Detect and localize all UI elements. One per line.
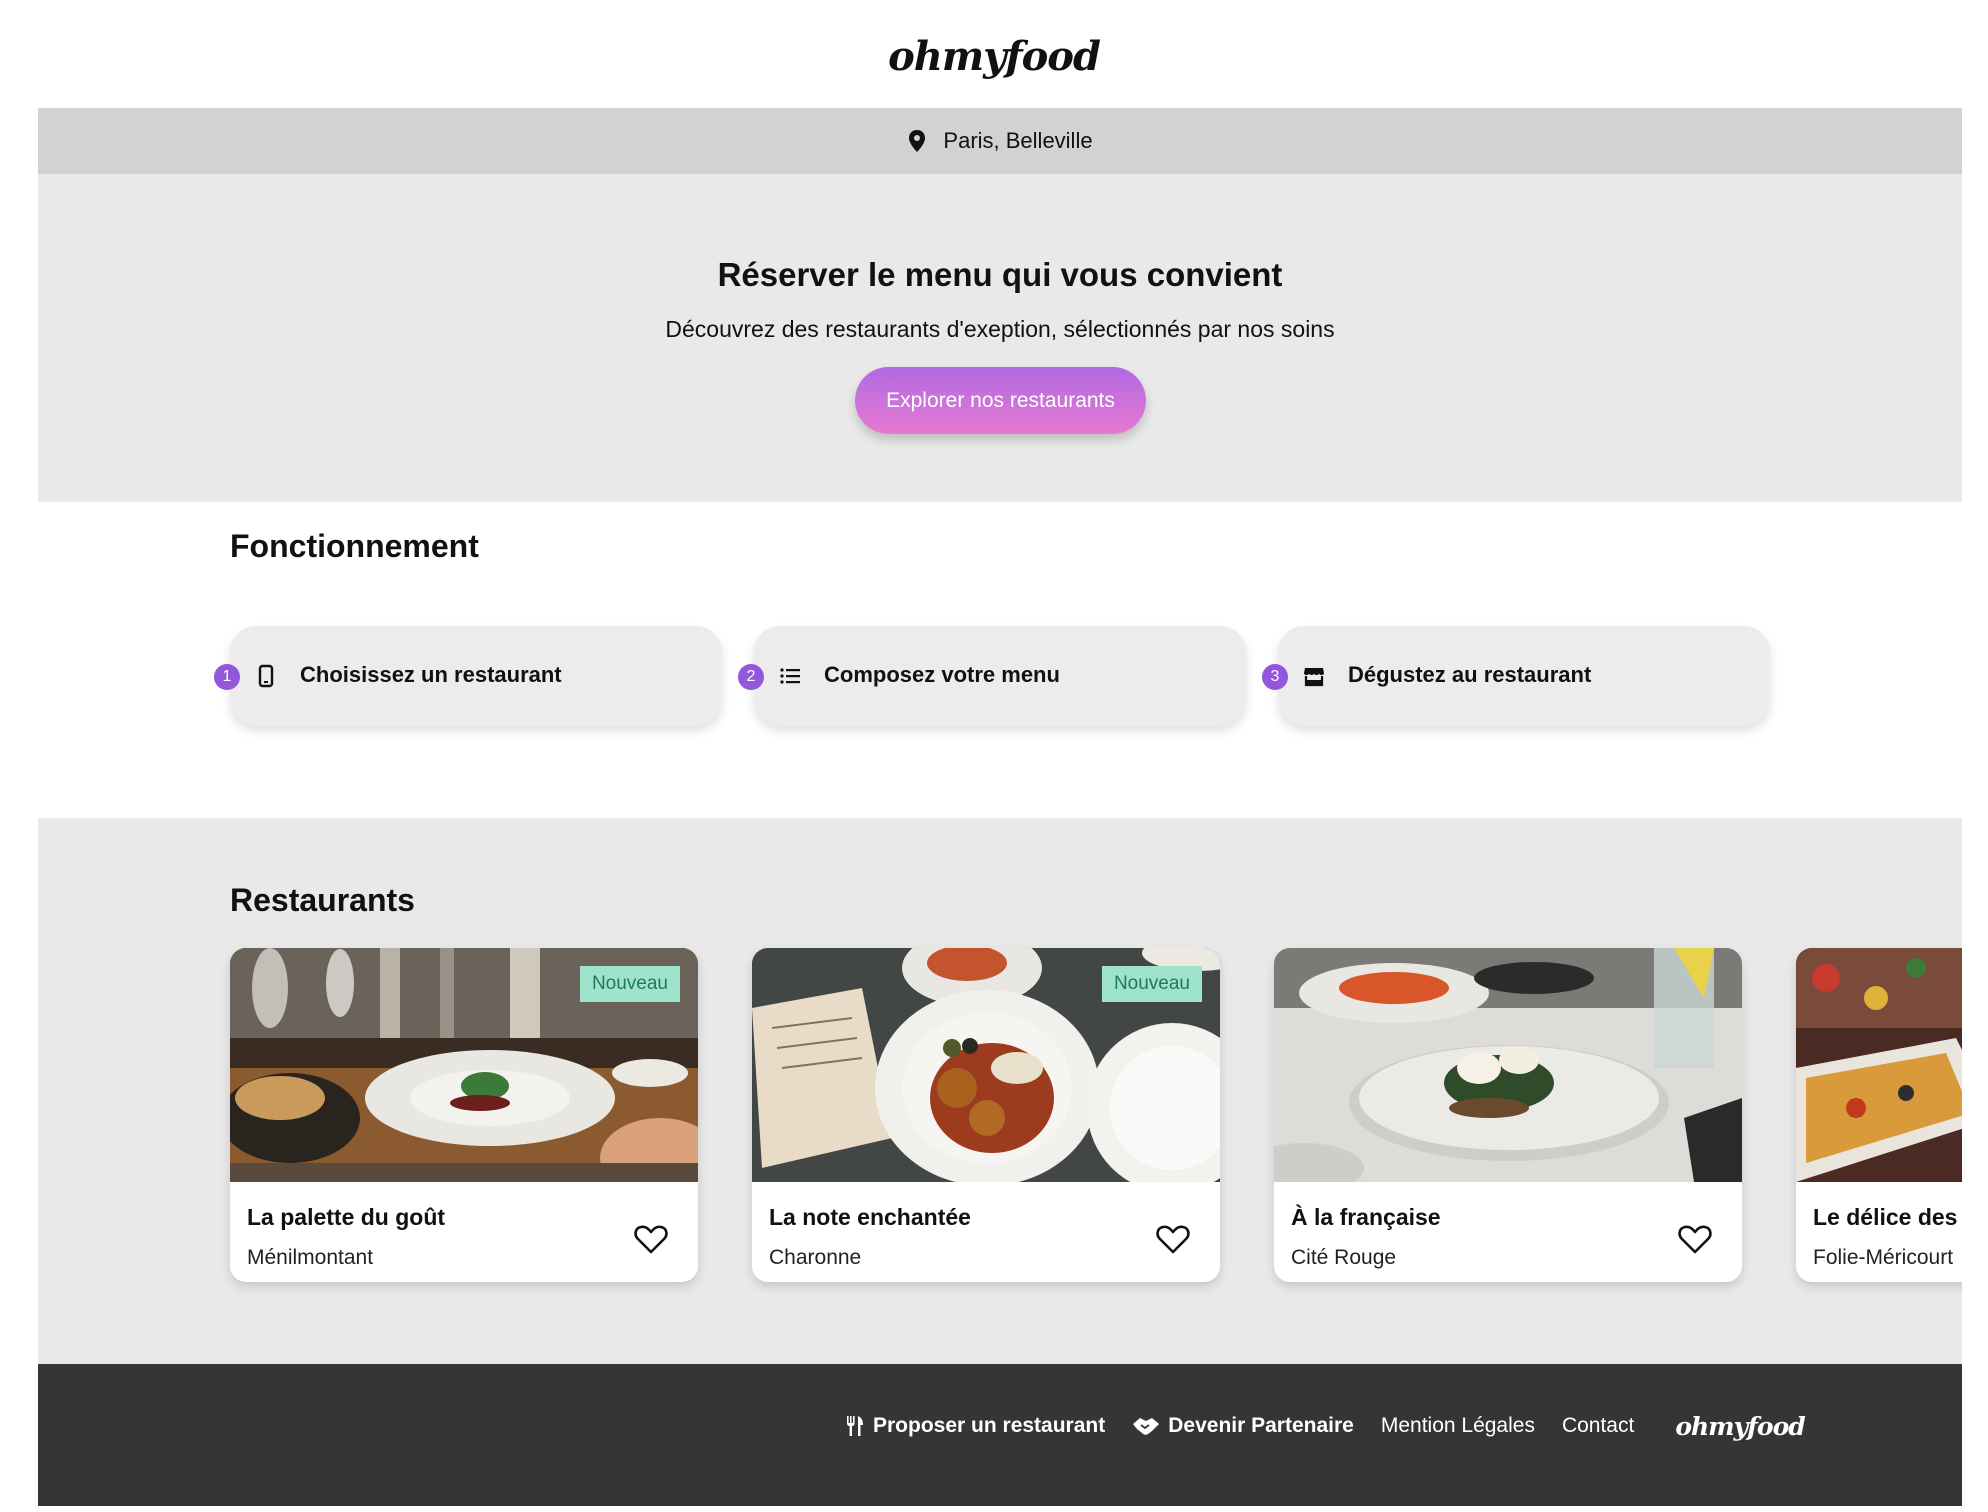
utensils-icon bbox=[847, 1416, 863, 1436]
restaurant-name: La palette du goût bbox=[247, 1204, 446, 1230]
footer-logo[interactable]: ohmyfood bbox=[1675, 1412, 1805, 1441]
step-card-choose: 1 Choisissez un restaurant bbox=[214, 626, 722, 726]
step-label: Composez votre menu bbox=[824, 662, 1060, 687]
footer-links: Proposer un restaurant Devenir Partenair… bbox=[845, 1410, 1806, 1442]
restaurant-name: La note enchantée bbox=[769, 1204, 971, 1230]
heart-icon[interactable] bbox=[634, 1224, 668, 1254]
hero-section: Réserver le menu qui vous convient Décou… bbox=[38, 174, 1962, 502]
explore-restaurants-button[interactable]: Explorer nos restaurants bbox=[855, 367, 1146, 434]
brand-logo[interactable]: ohmyfood bbox=[888, 29, 1101, 80]
how-it-works-section: Fonctionnement 1 Choisissez un restauran… bbox=[38, 502, 1962, 818]
step-number: 3 bbox=[1262, 664, 1288, 690]
footer-link-legal[interactable]: Mention Légales bbox=[1381, 1414, 1535, 1438]
restaurant-photo: Nouveau bbox=[230, 948, 698, 1182]
restaurants-title: Restaurants bbox=[230, 882, 415, 918]
restaurant-card[interactable]: À la française Cité Rouge bbox=[1274, 948, 1742, 1282]
restaurant-name: Le délice des bbox=[1813, 1204, 1958, 1230]
restaurant-area: Ménilmontant bbox=[247, 1246, 374, 1269]
handshake-icon bbox=[1133, 1418, 1160, 1435]
location-label: Paris, Belleville bbox=[943, 128, 1093, 153]
restaurant-area: Folie-Méricourt bbox=[1813, 1246, 1954, 1269]
restaurant-name: À la française bbox=[1291, 1204, 1441, 1230]
heart-icon[interactable] bbox=[1678, 1224, 1712, 1254]
restaurant-card[interactable]: Le délice des Folie-Méricourt bbox=[1796, 948, 1962, 1282]
how-title: Fonctionnement bbox=[230, 528, 479, 564]
step-card-enjoy: 3 Dégustez au restaurant bbox=[1262, 626, 1770, 726]
smartphone-icon bbox=[258, 664, 274, 688]
footer-link-contact[interactable]: Contact bbox=[1562, 1414, 1634, 1438]
footer-link-label: Devenir Partenaire bbox=[1168, 1414, 1354, 1437]
restaurant-card[interactable]: Nouveau La palette du goût Ménilmontant bbox=[230, 948, 698, 1282]
hero-title: Réserver le menu qui vous convient bbox=[717, 256, 1283, 293]
hero-subtitle: Découvrez des restaurants d'exeption, sé… bbox=[665, 316, 1335, 342]
site-footer: Proposer un restaurant Devenir Partenair… bbox=[38, 1364, 1962, 1506]
footer-link-label: Proposer un restaurant bbox=[873, 1414, 1106, 1437]
footer-link-become-partner[interactable]: Devenir Partenaire bbox=[1132, 1414, 1354, 1438]
page: ohmyfood Paris, Belleville Réserver le m… bbox=[0, 0, 1988, 1512]
restaurant-area: Cité Rouge bbox=[1291, 1246, 1397, 1269]
heart-icon[interactable] bbox=[1156, 1224, 1190, 1254]
site-header: ohmyfood bbox=[0, 0, 1988, 108]
restaurant-card[interactable]: Nouveau La note enchantée Charonne bbox=[752, 948, 1220, 1282]
restaurants-section: Restaurants Nouveau La palette du goût M… bbox=[38, 818, 1962, 1364]
restaurant-photo bbox=[1796, 948, 1962, 1182]
map-pin-icon bbox=[909, 130, 926, 152]
step-number: 2 bbox=[738, 664, 764, 690]
list-icon bbox=[780, 668, 800, 684]
step-label: Dégustez au restaurant bbox=[1348, 662, 1592, 687]
store-icon bbox=[1304, 668, 1324, 687]
location-bar: Paris, Belleville bbox=[38, 108, 1962, 174]
footer-link-propose-restaurant[interactable]: Proposer un restaurant bbox=[845, 1414, 1105, 1438]
restaurant-area: Charonne bbox=[769, 1246, 862, 1269]
new-badge: Nouveau bbox=[579, 966, 680, 1002]
restaurant-photo: Nouveau bbox=[752, 948, 1220, 1182]
step-card-compose: 2 Composez votre menu bbox=[738, 626, 1246, 726]
step-number: 1 bbox=[214, 664, 240, 690]
step-label: Choisissez un restaurant bbox=[300, 662, 562, 687]
restaurant-photo bbox=[1274, 948, 1742, 1182]
new-badge: Nouveau bbox=[1101, 966, 1202, 1002]
